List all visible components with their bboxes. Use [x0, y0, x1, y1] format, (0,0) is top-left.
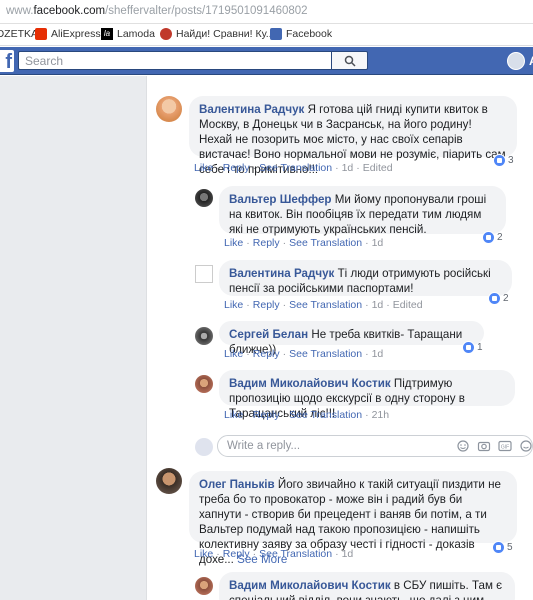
see-translation-link[interactable]: See Translation [289, 348, 362, 360]
comment-author[interactable]: Сергей Белан [229, 328, 308, 341]
comment-bubble: Вадим Миколайович Костик в СБУ пишіть. Т… [219, 572, 515, 600]
avatar [195, 438, 213, 456]
comment-bubble: Олег Паньків Його звичайно к такій ситуа… [189, 471, 517, 566]
address-bar[interactable]: www.facebook.com/sheffervalter/posts/171… [0, 0, 533, 24]
reply-input[interactable] [218, 436, 418, 456]
avatar[interactable] [195, 375, 213, 393]
profile-name[interactable]: A [529, 54, 533, 68]
reply-link[interactable]: Reply [223, 162, 250, 174]
search-button[interactable] [332, 51, 368, 70]
facebook-top-nav: f A [0, 47, 533, 75]
like-link[interactable]: Like [194, 162, 213, 174]
like-link[interactable]: Like [194, 548, 213, 560]
comment-time[interactable]: 1d [342, 162, 354, 174]
avatar[interactable] [195, 265, 213, 283]
bookmark-rozetka[interactable]: OZETKA [0, 28, 38, 40]
reply-link[interactable]: Reply [253, 299, 280, 311]
profile-avatar[interactable] [507, 52, 525, 70]
comment-author[interactable]: Валентина Радчук [199, 103, 304, 116]
comment-actions: Like · Reply · See Translation · 21h [224, 409, 390, 421]
see-translation-link[interactable]: See Translation [289, 237, 362, 249]
see-translation-link[interactable]: See Translation [259, 162, 332, 174]
edited-label[interactable]: Edited [363, 162, 393, 174]
bookmark-aliexpress[interactable]: AliExpress [35, 28, 101, 40]
edited-label[interactable]: Edited [393, 299, 423, 311]
avatar[interactable] [195, 189, 213, 207]
reply-link[interactable]: Reply [253, 409, 280, 421]
like-reaction-icon [492, 541, 505, 554]
facebook-logo[interactable]: f [0, 50, 14, 72]
reply-link[interactable]: Reply [253, 237, 280, 249]
url-text[interactable]: www.facebook.com/sheffervalter/posts/171… [6, 5, 308, 17]
like-reaction-icon [493, 154, 506, 167]
comment-time[interactable]: 1d [372, 299, 384, 311]
camera-icon[interactable] [477, 440, 491, 452]
comment-time[interactable]: 1d [372, 237, 384, 249]
see-translation-link[interactable]: See Translation [289, 409, 362, 421]
comment-actions: Like · Reply · See Translation · 1d [224, 348, 384, 360]
bookmark-lamoda[interactable]: la Lamoda [101, 28, 155, 40]
reaction-count[interactable]: 2 [488, 292, 509, 305]
reaction-count[interactable]: 2 [482, 231, 503, 244]
like-link[interactable]: Like [224, 348, 243, 360]
comment-author[interactable]: Валентина Радчук [229, 267, 334, 280]
like-reaction-icon [482, 231, 495, 244]
comment-time[interactable]: 21h [372, 409, 390, 421]
comment-actions: Like · Reply · See Translation · 1d · Edited [224, 299, 423, 311]
comment-bubble: Сергей Белан Не треба квитків- Таращани … [219, 321, 484, 356]
svg-text:GIF: GIF [501, 445, 509, 451]
like-link[interactable]: Like [224, 299, 243, 311]
comment-author[interactable]: Вадим Миколайович Костик [229, 579, 391, 592]
reply-tools: GIF [456, 440, 533, 452]
comment-bubble: Валентина Радчук Я готова цій гниді купи… [189, 96, 517, 176]
facebook-icon [270, 28, 282, 40]
search-box[interactable] [18, 51, 332, 70]
like-reaction-icon [488, 292, 501, 305]
bookmarks-bar: OZETKA AliExpress la Lamoda Найди! Сравн… [0, 24, 533, 46]
comment-bubble: Вальтер Шеффер Ми йому пропонували гроші… [219, 186, 506, 236]
see-translation-link[interactable]: See Translation [259, 548, 332, 560]
see-translation-link[interactable]: See Translation [289, 299, 362, 311]
lamoda-icon: la [101, 28, 113, 40]
comment-time[interactable]: 1d [372, 348, 384, 360]
search-engine-icon [160, 28, 172, 40]
avatar[interactable] [195, 577, 213, 595]
avatar[interactable] [195, 327, 213, 345]
comment-author[interactable]: Олег Паньків [199, 478, 275, 491]
avatar[interactable] [156, 468, 182, 494]
emoji-icon[interactable] [456, 440, 470, 452]
reply-link[interactable]: Reply [253, 348, 280, 360]
like-link[interactable]: Like [224, 409, 243, 421]
reaction-count[interactable]: 5 [492, 541, 513, 554]
comment-bubble: Вадим Миколайович Костик Підтримую пропо… [219, 370, 515, 420]
reaction-count[interactable]: 3 [493, 154, 514, 167]
reaction-count[interactable]: 1 [462, 341, 483, 354]
comment-actions: Like · Reply · See Translation · 1d [224, 237, 384, 249]
gif-icon[interactable]: GIF [498, 440, 512, 452]
like-reaction-icon [462, 341, 475, 354]
reply-box[interactable]: GIF [217, 435, 533, 457]
bookmark-naidi[interactable]: Найди! Сравни! Ку... [160, 28, 275, 40]
like-link[interactable]: Like [224, 237, 243, 249]
search-input[interactable] [19, 52, 331, 69]
comment-actions: Like · Reply · See Translation · 1d [194, 548, 354, 560]
sticker-icon[interactable] [519, 440, 533, 452]
comment-actions: Like · Reply · See Translation · 1d · Edited [194, 162, 393, 174]
comment-time[interactable]: 1d [342, 548, 354, 560]
comment-author[interactable]: Вальтер Шеффер [229, 193, 332, 206]
reply-link[interactable]: Reply [223, 548, 250, 560]
comment-author[interactable]: Вадим Миколайович Костик [229, 377, 391, 390]
comment-bubble: Валентина Радчук Ті люди отримують росій… [219, 260, 512, 296]
bookmark-facebook[interactable]: Facebook [270, 28, 332, 40]
search-icon [344, 55, 356, 67]
avatar[interactable] [156, 96, 182, 122]
aliexpress-icon [35, 28, 47, 40]
